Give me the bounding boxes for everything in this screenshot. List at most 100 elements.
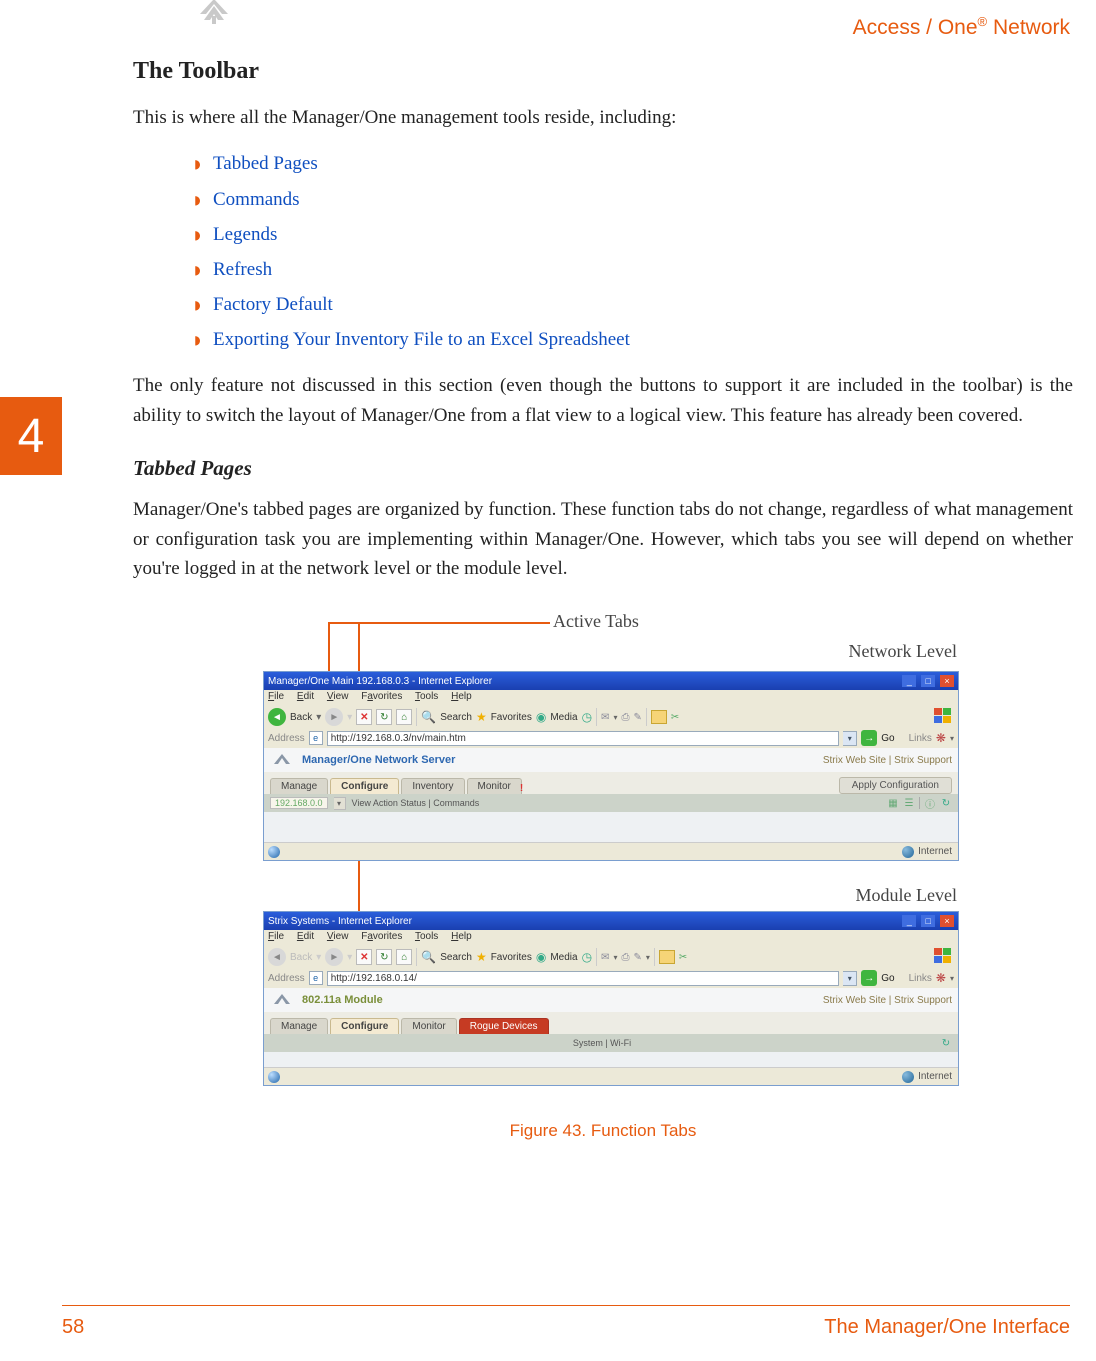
go-button[interactable]: → bbox=[861, 730, 877, 746]
menu-help[interactable]: Help bbox=[451, 931, 472, 942]
page-icon: e bbox=[309, 971, 323, 985]
app-header-links[interactable]: Strix Web Site | Strix Support bbox=[823, 995, 952, 1006]
links-icon[interactable]: ❋ bbox=[936, 731, 946, 745]
info-icon[interactable]: ⓘ bbox=[924, 797, 936, 809]
refresh-icon[interactable]: ↻ bbox=[376, 949, 392, 965]
menu-edit[interactable]: Edit bbox=[297, 691, 314, 702]
menu-help[interactable]: Help bbox=[451, 691, 472, 702]
forward-icon[interactable]: ► bbox=[325, 708, 343, 726]
go-label: Go bbox=[881, 733, 894, 744]
media-label[interactable]: Media bbox=[550, 712, 577, 723]
url-input[interactable]: http://192.168.0.3/nv/main.htm bbox=[327, 731, 840, 746]
maximize-icon[interactable]: □ bbox=[921, 675, 935, 687]
back-label[interactable]: Back bbox=[290, 712, 312, 723]
favorites-label[interactable]: Favorites bbox=[491, 952, 532, 963]
menu-bar: FFileile Edit View Favorites Tools Help bbox=[264, 690, 958, 706]
minimize-icon[interactable]: _ bbox=[902, 915, 916, 927]
list-item-label[interactable]: Refresh bbox=[213, 259, 272, 280]
media-icon[interactable]: ◉ bbox=[536, 710, 546, 724]
home-icon[interactable]: ⌂ bbox=[396, 949, 412, 965]
refresh-icon[interactable]: ↻ bbox=[940, 1037, 952, 1049]
stop-icon[interactable]: ✕ bbox=[356, 949, 372, 965]
scissors-icon[interactable]: ✂ bbox=[671, 712, 679, 723]
folder-icon[interactable] bbox=[651, 710, 667, 724]
search-icon[interactable]: 🔍 bbox=[421, 710, 436, 724]
history-icon[interactable]: ◷ bbox=[582, 710, 592, 724]
toolbar-feature-list: ◗Tabbed Pages ◗Commands ◗Legends ◗Refres… bbox=[191, 146, 1073, 357]
mail-icon[interactable]: ✉ bbox=[601, 712, 609, 723]
refresh-icon[interactable]: ↻ bbox=[940, 797, 952, 809]
go-button[interactable]: → bbox=[861, 970, 877, 986]
print-icon[interactable]: ⎙ bbox=[621, 712, 629, 723]
list-item-label[interactable]: Commands bbox=[213, 189, 300, 210]
sub-toolbar: 192.168.0.0 ▾ View Action Status | Comman… bbox=[264, 794, 958, 812]
tab-manage[interactable]: Manage bbox=[270, 778, 328, 794]
tab-rogue-devices[interactable]: Rogue Devices bbox=[459, 1018, 549, 1034]
back-icon[interactable]: ◄ bbox=[268, 708, 286, 726]
search-label[interactable]: Search bbox=[440, 712, 472, 723]
menu-file[interactable]: FFileile bbox=[268, 691, 284, 702]
menu-view[interactable]: View bbox=[327, 931, 349, 942]
window-buttons: _ □ × bbox=[900, 675, 954, 687]
print-icon[interactable]: ⎙ bbox=[621, 952, 629, 963]
list-item-label[interactable]: Tabbed Pages bbox=[213, 153, 318, 174]
sub-links[interactable]: View Action Status | Commands bbox=[352, 798, 480, 808]
tree-view-icon[interactable]: ☰ bbox=[903, 797, 915, 809]
search-icon[interactable]: 🔍 bbox=[421, 950, 436, 964]
bullet-icon: ◗ bbox=[191, 294, 213, 316]
apply-configuration-button[interactable]: Apply Configuration bbox=[839, 777, 952, 794]
close-icon[interactable]: × bbox=[940, 915, 954, 927]
sub-links[interactable]: System | Wi-Fi bbox=[270, 1038, 934, 1048]
url-dropdown-icon[interactable]: ▾ bbox=[843, 971, 857, 986]
folder-icon[interactable] bbox=[659, 950, 675, 964]
tab-configure[interactable]: Configure bbox=[330, 1018, 399, 1034]
menu-view[interactable]: View bbox=[327, 691, 349, 702]
favorites-label[interactable]: Favorites bbox=[491, 712, 532, 723]
menu-favorites[interactable]: Favorites bbox=[361, 691, 402, 702]
url-input[interactable]: http://192.168.0.14/ bbox=[327, 971, 840, 986]
edit-icon[interactable]: ✎ bbox=[633, 712, 641, 723]
screenshot-browser-network: Manager/One Main 192.168.0.3 - Internet … bbox=[263, 671, 959, 861]
tab-manage[interactable]: Manage bbox=[270, 1018, 328, 1034]
refresh-icon[interactable]: ↻ bbox=[376, 709, 392, 725]
links-icon[interactable]: ❋ bbox=[936, 971, 946, 985]
address-label: Address bbox=[268, 973, 305, 984]
ip-dropdown-icon[interactable]: ▾ bbox=[334, 797, 346, 810]
minimize-icon[interactable]: _ bbox=[902, 675, 916, 687]
menu-favorites[interactable]: Favorites bbox=[361, 931, 402, 942]
browser-toolbar: ◄ Back ▾ ► ▾ ✕ ↻ ⌂ 🔍 Search ★ Favorites … bbox=[264, 946, 958, 968]
menu-tools[interactable]: Tools bbox=[415, 931, 438, 942]
app-header-links[interactable]: Strix Web Site | Strix Support bbox=[823, 755, 952, 766]
mail-icon[interactable]: ✉ bbox=[601, 952, 609, 963]
url-dropdown-icon[interactable]: ▾ bbox=[843, 731, 857, 746]
ip-selector[interactable]: 192.168.0.0 bbox=[270, 797, 328, 809]
close-icon[interactable]: × bbox=[940, 675, 954, 687]
favorites-icon[interactable]: ★ bbox=[476, 710, 487, 724]
tab-monitor[interactable]: Monitor bbox=[467, 778, 522, 794]
links-label[interactable]: Links bbox=[909, 973, 932, 984]
search-label[interactable]: Search bbox=[440, 952, 472, 963]
menu-edit[interactable]: Edit bbox=[297, 931, 314, 942]
menu-file[interactable]: File bbox=[268, 931, 284, 942]
maximize-icon[interactable]: □ bbox=[921, 915, 935, 927]
grid-view-icon[interactable]: ▦ bbox=[887, 797, 899, 809]
tab-configure[interactable]: Configure bbox=[330, 778, 399, 794]
list-item-label[interactable]: Exporting Your Inventory File to an Exce… bbox=[213, 329, 630, 350]
view-icons: ↻ bbox=[940, 1037, 952, 1049]
history-icon[interactable]: ◷ bbox=[582, 950, 592, 964]
media-label[interactable]: Media bbox=[550, 952, 577, 963]
favorites-icon[interactable]: ★ bbox=[476, 950, 487, 964]
tab-monitor[interactable]: Monitor bbox=[401, 1018, 456, 1034]
status-bar: Internet bbox=[264, 1067, 958, 1085]
list-item-label[interactable]: Legends bbox=[213, 224, 277, 245]
stop-icon[interactable]: ✕ bbox=[356, 709, 372, 725]
scissors-icon[interactable]: ✂ bbox=[679, 952, 687, 963]
window-title: Manager/One Main 192.168.0.3 - Internet … bbox=[268, 676, 492, 687]
menu-tools[interactable]: Tools bbox=[415, 691, 438, 702]
tab-inventory[interactable]: Inventory bbox=[401, 778, 464, 794]
media-icon[interactable]: ◉ bbox=[536, 950, 546, 964]
edit-icon[interactable]: ✎ bbox=[633, 952, 641, 963]
links-label[interactable]: Links bbox=[909, 733, 932, 744]
home-icon[interactable]: ⌂ bbox=[396, 709, 412, 725]
list-item-label[interactable]: Factory Default bbox=[213, 294, 333, 315]
